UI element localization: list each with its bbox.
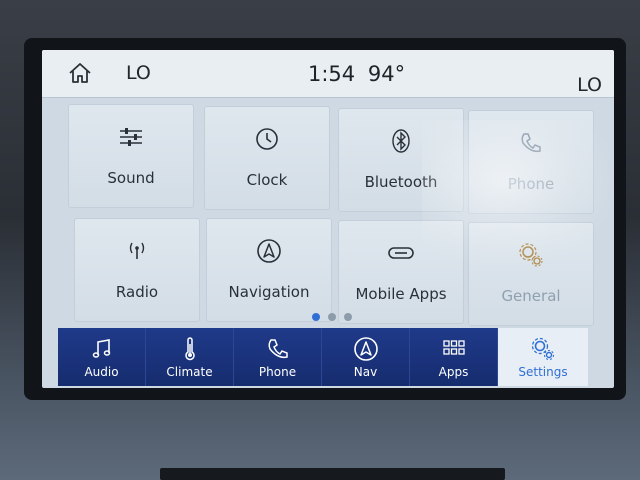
nav-label: Phone: [258, 365, 297, 379]
nav-label: Apps: [438, 365, 469, 379]
navigation-icon: [257, 239, 281, 263]
nav-apps[interactable]: Apps: [410, 328, 498, 386]
tile-label: Clock: [246, 171, 288, 189]
thermometer-icon: [184, 337, 195, 361]
tile-label: Bluetooth: [364, 173, 438, 191]
nav-label: Nav: [353, 365, 378, 379]
nav-audio[interactable]: Audio: [58, 328, 146, 386]
apps-grid-icon: [442, 340, 465, 355]
passenger-temp-setting[interactable]: LO: [577, 74, 602, 96]
navigation-icon: [353, 337, 378, 361]
clock-icon: [256, 128, 278, 150]
nav-label: Climate: [166, 365, 213, 379]
home-icon[interactable]: [68, 62, 92, 84]
sliders-icon: [120, 128, 142, 146]
tile-mobile-apps[interactable]: Mobile Apps: [338, 220, 464, 324]
phone-icon: [521, 133, 541, 153]
tile-navigation[interactable]: Navigation: [206, 218, 332, 322]
dashboard-vent: [160, 468, 505, 480]
tile-general[interactable]: General: [468, 222, 594, 326]
bottom-nav-bar: Audio Climate Phone Nav Apps Settings: [58, 328, 588, 386]
radio-antenna-icon: [129, 242, 145, 259]
infotainment-screen: LO 1:54 94° LO Sound Clock Bluetooth Pho…: [42, 50, 614, 388]
tile-clock[interactable]: Clock: [204, 106, 330, 210]
outside-temperature: 94°: [367, 62, 406, 86]
tile-label: Phone: [507, 175, 555, 193]
tile-phone[interactable]: Phone: [468, 110, 594, 214]
clock-time: 1:54: [308, 62, 356, 86]
page-dot[interactable]: [328, 313, 336, 321]
driver-temp-setting[interactable]: LO: [126, 62, 151, 84]
nav-label: Settings: [518, 365, 568, 379]
nav-climate[interactable]: Climate: [146, 328, 234, 386]
tile-bluetooth[interactable]: Bluetooth: [338, 108, 464, 212]
tile-label: Mobile Apps: [355, 285, 447, 303]
mobile-apps-icon: [388, 247, 414, 259]
gears-icon: [531, 337, 555, 361]
time-temperature: 1:54 94°: [308, 62, 405, 86]
tile-label: Navigation: [228, 283, 310, 301]
bluetooth-icon: [392, 129, 410, 153]
tile-label: Radio: [115, 283, 159, 301]
page-dot[interactable]: [344, 313, 352, 321]
tile-sound[interactable]: Sound: [68, 104, 194, 208]
tile-radio[interactable]: Radio: [74, 218, 200, 322]
nav-phone[interactable]: Phone: [234, 328, 322, 386]
gears-icon: [519, 243, 543, 267]
nav-settings[interactable]: Settings: [498, 328, 588, 386]
page-indicator: [312, 313, 362, 323]
status-bar: LO 1:54 94° LO: [42, 50, 614, 98]
nav-nav[interactable]: Nav: [322, 328, 410, 386]
nav-label: Audio: [84, 365, 119, 379]
music-note-icon: [92, 339, 110, 358]
settings-grid: Sound Clock Bluetooth Phone Radio Naviga…: [64, 104, 604, 326]
phone-icon: [267, 339, 288, 359]
tile-label: General: [501, 287, 561, 305]
tile-label: Sound: [107, 169, 155, 187]
page-dot[interactable]: [312, 313, 320, 321]
